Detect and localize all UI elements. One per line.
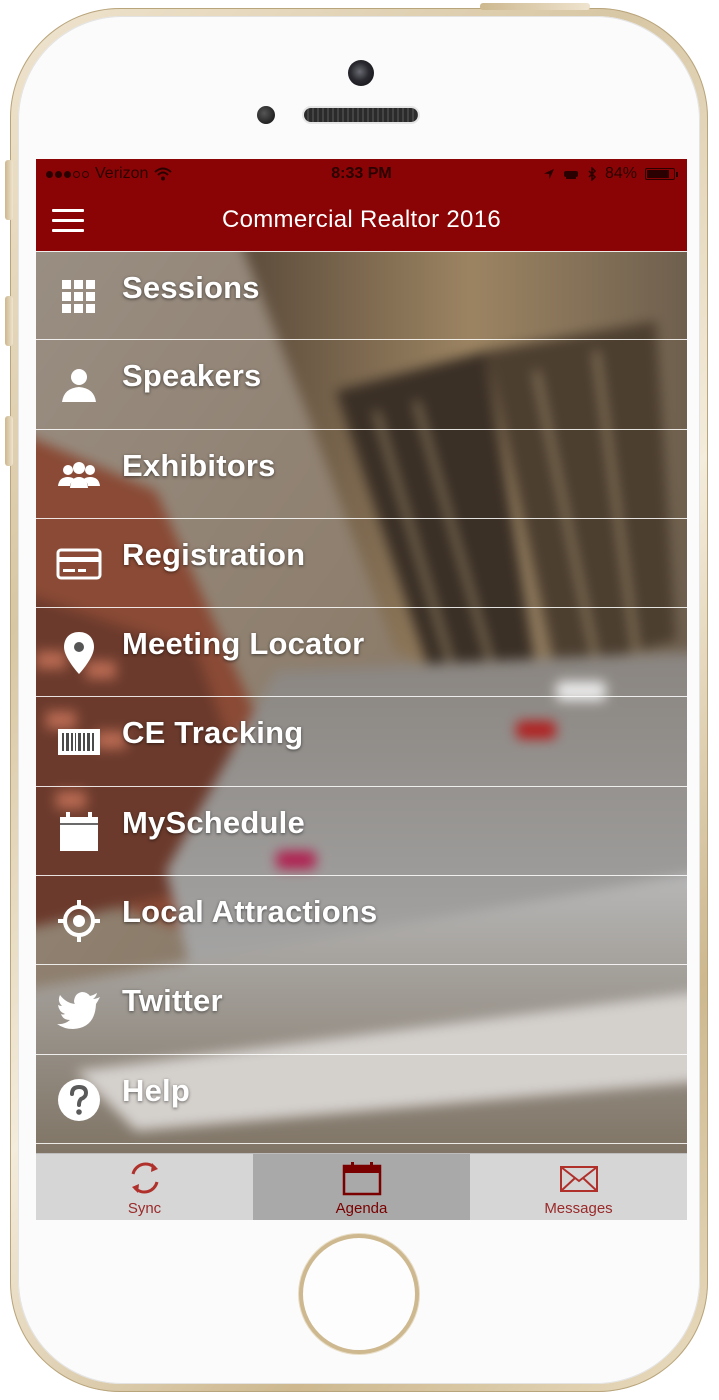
credit-card-icon bbox=[56, 541, 102, 587]
menu-item-myschedule[interactable]: MySchedule bbox=[36, 787, 687, 877]
bluetooth-icon bbox=[588, 167, 597, 181]
question-icon bbox=[56, 1077, 102, 1123]
menu-item-label: Local Attractions bbox=[122, 894, 378, 930]
menu-item-sessions[interactable]: Sessions bbox=[36, 251, 687, 341]
menu-item-exhibitors[interactable]: Exhibitors bbox=[36, 430, 687, 519]
calendar-icon bbox=[342, 1162, 381, 1196]
calendar-icon bbox=[56, 809, 102, 855]
tty-icon bbox=[563, 171, 578, 179]
status-bar: Verizon 8:33 PM 84% bbox=[36, 159, 687, 189]
status-right: 84% bbox=[543, 165, 678, 183]
proximity-sensor bbox=[257, 106, 275, 124]
menu-item-twitter[interactable]: Twitter bbox=[36, 965, 687, 1055]
grid-icon bbox=[56, 274, 102, 320]
barcode-icon bbox=[56, 719, 102, 765]
menu-item-label: Twitter bbox=[122, 983, 223, 1019]
twitter-bird-icon bbox=[56, 987, 102, 1033]
volume-down-button bbox=[5, 416, 13, 466]
tab-bar: Sync Agenda Messages bbox=[36, 1153, 687, 1220]
menu-item-label: Meeting Locator bbox=[122, 626, 365, 662]
menu-item-speakers[interactable]: Speakers bbox=[36, 340, 687, 430]
menu-item-label: Help bbox=[122, 1072, 190, 1108]
menu-list: Sessions Speakers Exhibitors Registration Me… bbox=[36, 251, 687, 1144]
tab-sync-label: Sync bbox=[127, 1200, 162, 1217]
envelope-icon bbox=[559, 1166, 598, 1192]
tab-messages-label: Messages bbox=[544, 1200, 613, 1217]
tab-messages[interactable]: Messages bbox=[470, 1154, 687, 1220]
main-menu: Sessions Speakers Exhibitors Registration Me… bbox=[36, 251, 687, 1153]
silent-switch bbox=[5, 160, 13, 220]
nav-bar: Commercial Realtor 2016 bbox=[36, 189, 687, 251]
tab-sync[interactable]: Sync bbox=[36, 1154, 253, 1220]
power-button bbox=[480, 3, 590, 10]
app-screen: Verizon 8:33 PM 84% Commercial Realtor 2… bbox=[36, 159, 687, 1220]
menu-item-label: Exhibitors bbox=[122, 447, 276, 483]
menu-item-label: MySchedule bbox=[122, 804, 305, 840]
group-icon bbox=[56, 452, 102, 498]
menu-item-ce-tracking[interactable]: CE Tracking bbox=[36, 697, 687, 787]
battery-percent: 84% bbox=[604, 165, 637, 182]
target-icon bbox=[56, 898, 102, 944]
location-arrow-icon bbox=[543, 169, 554, 179]
app-title: Commercial Realtor 2016 bbox=[221, 206, 501, 233]
menu-item-registration[interactable]: Registration bbox=[36, 519, 687, 609]
person-icon bbox=[56, 362, 102, 408]
home-button[interactable] bbox=[299, 1234, 419, 1354]
menu-item-label: Registration bbox=[122, 536, 306, 572]
battery-icon bbox=[645, 168, 678, 180]
menu-item-meeting-locator[interactable]: Meeting Locator bbox=[36, 608, 687, 698]
menu-item-label: CE Tracking bbox=[122, 715, 304, 751]
tab-agenda[interactable]: Agenda bbox=[253, 1154, 470, 1220]
sync-icon bbox=[131, 1162, 158, 1194]
menu-item-label: Sessions bbox=[122, 270, 260, 305]
menu-item-label: Speakers bbox=[122, 358, 262, 394]
earpiece-speaker bbox=[304, 108, 418, 122]
volume-up-button bbox=[5, 296, 13, 346]
menu-item-local-attractions[interactable]: Local Attractions bbox=[36, 876, 687, 966]
tab-agenda-label: Agenda bbox=[335, 1200, 388, 1217]
map-pin-icon bbox=[56, 630, 102, 676]
menu-item-help[interactable]: Help bbox=[36, 1055, 687, 1144]
front-camera bbox=[348, 60, 374, 86]
